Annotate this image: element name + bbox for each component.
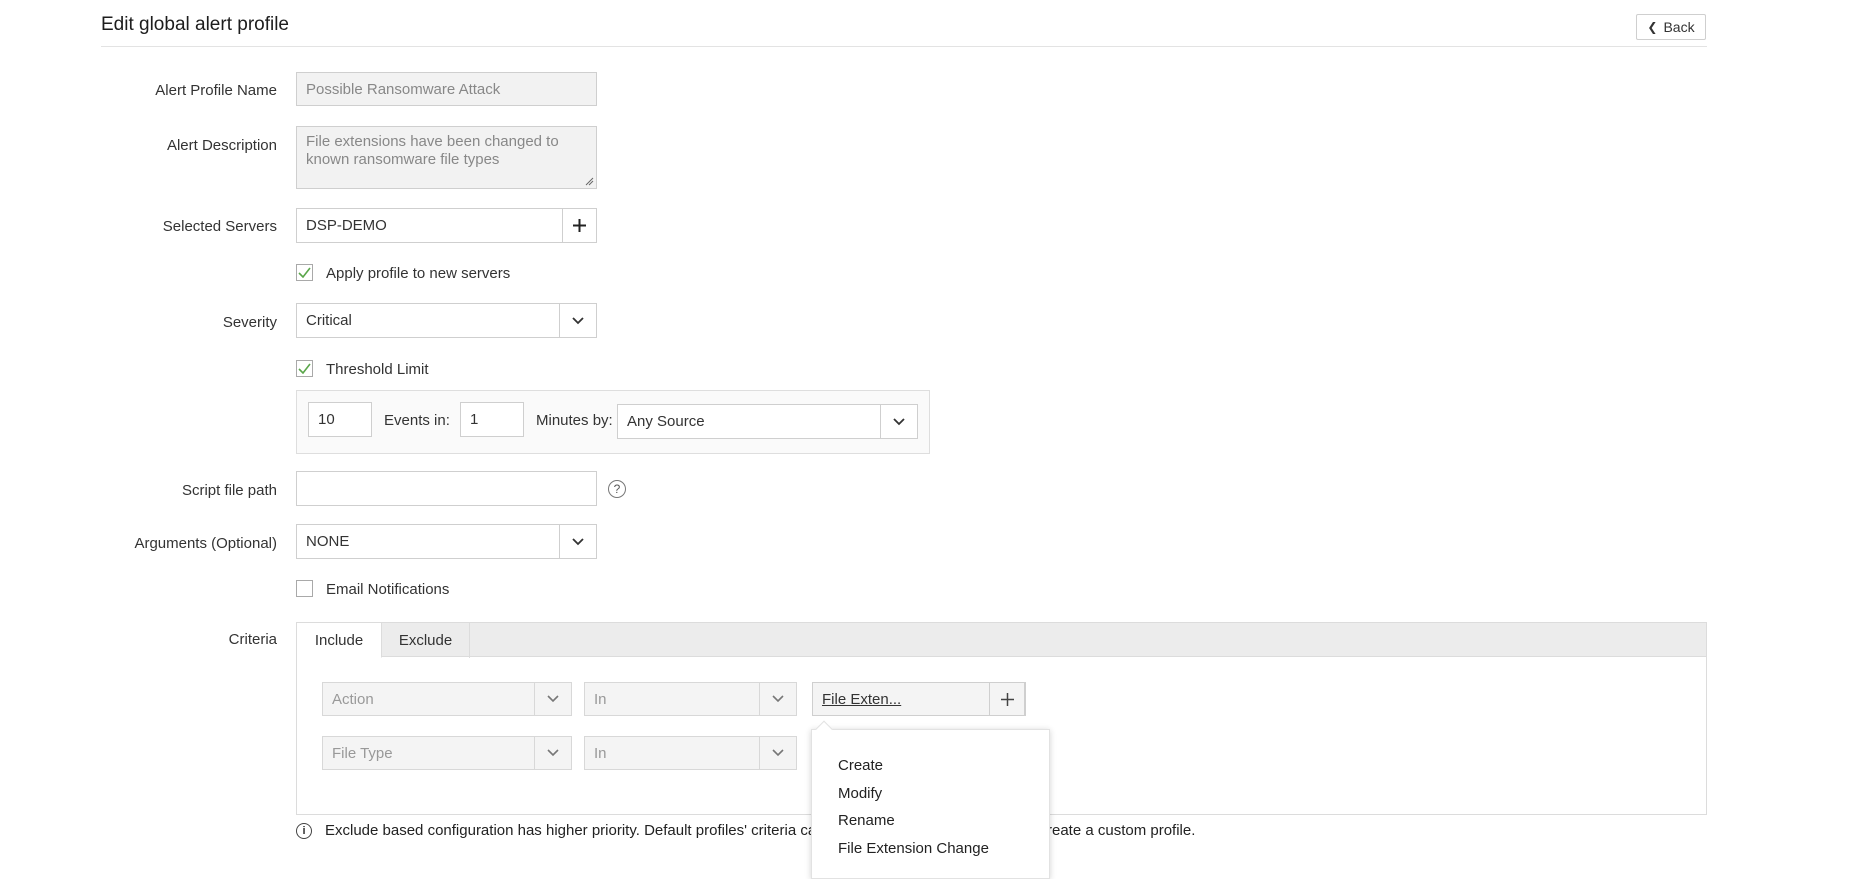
page-title: Edit global alert profile [101, 14, 289, 35]
arguments-dropdown[interactable]: NONE [296, 524, 597, 559]
popup-item-modify[interactable]: Modify [838, 785, 882, 802]
add-criteria-button[interactable] [989, 682, 1025, 716]
criteria-value-popup: Create Modify Rename File Extension Chan… [811, 729, 1050, 879]
criteria-label: Criteria [228, 631, 277, 648]
back-button[interactable]: ❮ Back [1636, 14, 1706, 40]
minutes-value: 1 [470, 411, 479, 428]
severity-dropdown[interactable]: Critical [296, 303, 597, 338]
tab-include[interactable]: Include [297, 623, 382, 658]
chevron-down-icon [759, 737, 796, 769]
info-text-left: Exclude based configuration has higher p… [325, 822, 817, 839]
popup-item-rename[interactable]: Rename [838, 812, 895, 829]
description-label: Alert Description [166, 137, 277, 154]
apply-new-servers-checkbox[interactable] [296, 264, 313, 281]
criteria-operator-dropdown[interactable]: In [584, 682, 797, 716]
description-value: File extensions have been changed to kno… [306, 133, 559, 168]
chevron-left-icon: ❮ [1647, 20, 1658, 34]
threshold-checkbox[interactable] [296, 360, 313, 377]
servers-input[interactable]: DSP-DEMO [296, 208, 563, 243]
source-value: Any Source [627, 413, 705, 430]
info-icon: i [296, 823, 312, 839]
plus-icon [1000, 692, 1014, 706]
apply-new-servers-label: Apply profile to new servers [326, 265, 511, 282]
minutes-input[interactable]: 1 [460, 402, 524, 437]
profile-name-value: Possible Ransomware Attack [306, 80, 501, 98]
criteria-operator-value: In [594, 744, 607, 762]
criteria-field-dropdown[interactable]: Action [322, 682, 572, 716]
chevron-down-icon [880, 405, 917, 438]
profile-name-label: Alert Profile Name [155, 82, 277, 99]
arguments-value: NONE [306, 533, 350, 550]
events-count-value: 10 [318, 411, 335, 428]
help-icon[interactable]: ? [608, 480, 626, 498]
criteria-operator-value: In [594, 690, 607, 708]
severity-label: Severity [222, 314, 277, 331]
arguments-label: Arguments (Optional) [134, 535, 277, 552]
popup-item-file-extension-change[interactable]: File Extension Change [838, 840, 989, 857]
severity-value: Critical [306, 312, 352, 329]
source-dropdown[interactable]: Any Source [617, 404, 918, 439]
criteria-field-value: File Type [332, 744, 393, 762]
minutes-by-label: Minutes by: [536, 412, 613, 429]
description-textarea[interactable]: File extensions have been changed to kno… [296, 126, 597, 189]
script-path-label: Script file path [181, 482, 277, 499]
criteria-value-text: File Exten... [822, 690, 902, 708]
email-notifications-checkbox[interactable] [296, 580, 313, 597]
resize-handle-icon[interactable] [585, 177, 594, 186]
add-server-button[interactable] [562, 208, 597, 243]
chevron-down-icon [759, 683, 796, 715]
events-count-input[interactable]: 10 [308, 402, 372, 437]
criteria-field-value: Action [332, 690, 374, 708]
tab-exclude[interactable]: Exclude [382, 623, 470, 658]
chevron-down-icon [559, 304, 596, 337]
chevron-down-icon [534, 737, 571, 769]
checkmark-icon [298, 363, 311, 374]
title-divider [101, 46, 1707, 47]
script-path-input[interactable] [296, 471, 597, 506]
back-label: Back [1663, 19, 1695, 35]
criteria-tabbar [297, 623, 1706, 657]
servers-label: Selected Servers [162, 218, 277, 235]
checkmark-icon [298, 267, 311, 278]
info-text: Exclude based configuration has higher p… [325, 822, 816, 839]
profile-name-input[interactable]: Possible Ransomware Attack [296, 72, 597, 106]
plus-icon [573, 219, 586, 232]
email-notifications-label: Email Notifications [326, 581, 450, 598]
events-in-label: Events in: [384, 412, 450, 429]
popup-item-create[interactable]: Create [838, 757, 883, 774]
criteria-operator-dropdown[interactable]: In [584, 736, 797, 770]
criteria-field-dropdown[interactable]: File Type [322, 736, 572, 770]
servers-value: DSP-DEMO [306, 217, 387, 234]
chevron-down-icon [559, 525, 596, 558]
chevron-down-icon [534, 683, 571, 715]
info-text-tail: reate a custom profile. [1047, 822, 1195, 839]
info-text-right: reate a custom profile. [1047, 822, 1196, 839]
threshold-label: Threshold Limit [326, 361, 429, 378]
